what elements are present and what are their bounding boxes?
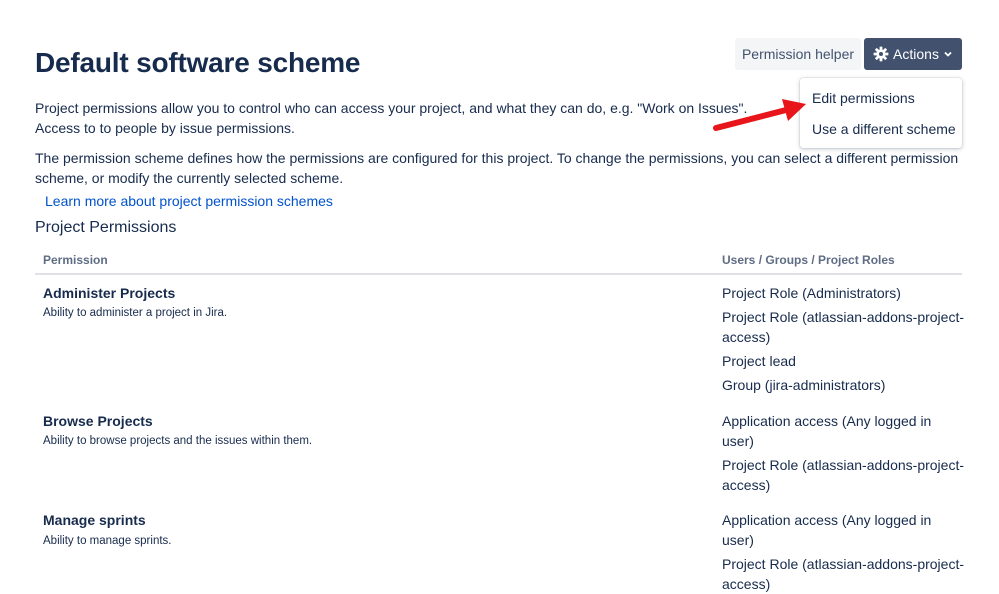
permission-description: Ability to browse projects and the issue… bbox=[43, 435, 313, 447]
annotation-arrow-icon bbox=[713, 99, 806, 131]
chevron-down-icon bbox=[943, 49, 953, 59]
grant-item: Project lead bbox=[722, 353, 796, 369]
grant-item: Project Role (atlassian-addons-project-a… bbox=[722, 457, 964, 493]
intro-paragraph-permissions: Project permissions allow you to control… bbox=[35, 100, 748, 136]
permission-name: Manage sprints bbox=[43, 512, 146, 528]
grant-item: Project Role (atlassian-addons-project-a… bbox=[722, 309, 964, 345]
grant-item: Application access (Any logged in user) bbox=[722, 512, 932, 548]
column-header-permission: Permission bbox=[43, 253, 108, 267]
actions-button[interactable]: Actions bbox=[864, 38, 962, 70]
permission-description: Ability to manage sprints. bbox=[43, 535, 172, 547]
intro-paragraph-scheme: The permission scheme defines how the pe… bbox=[35, 150, 959, 186]
permission-description: Ability to administer a project in Jira. bbox=[43, 307, 228, 319]
learn-more-link[interactable]: Learn more about project permission sche… bbox=[45, 193, 333, 209]
grant-item: Group (jira-administrators) bbox=[722, 377, 886, 393]
grant-item: Application access (Any logged in user) bbox=[722, 413, 932, 449]
menu-item-use-different-scheme[interactable]: Use a different scheme bbox=[812, 121, 956, 137]
actions-button-label: Actions bbox=[893, 46, 939, 62]
section-title-project-permissions: Project Permissions bbox=[35, 219, 177, 236]
column-header-grants: Users / Groups / Project Roles bbox=[722, 253, 895, 267]
grant-item: Project Role (Administrators) bbox=[722, 285, 901, 301]
permission-helper-button[interactable]: Permission helper bbox=[735, 38, 861, 70]
grant-item: Project Role (atlassian-addons-project-a… bbox=[722, 556, 964, 592]
table-header-divider bbox=[35, 273, 962, 275]
menu-item-edit-permissions[interactable]: Edit permissions bbox=[812, 90, 915, 106]
permission-name: Administer Projects bbox=[43, 285, 176, 301]
gear-icon bbox=[873, 46, 889, 62]
permission-name: Browse Projects bbox=[43, 413, 153, 429]
actions-dropdown-menu: Edit permissions Use a different scheme bbox=[800, 78, 962, 148]
page-title: Default software scheme bbox=[35, 47, 361, 78]
